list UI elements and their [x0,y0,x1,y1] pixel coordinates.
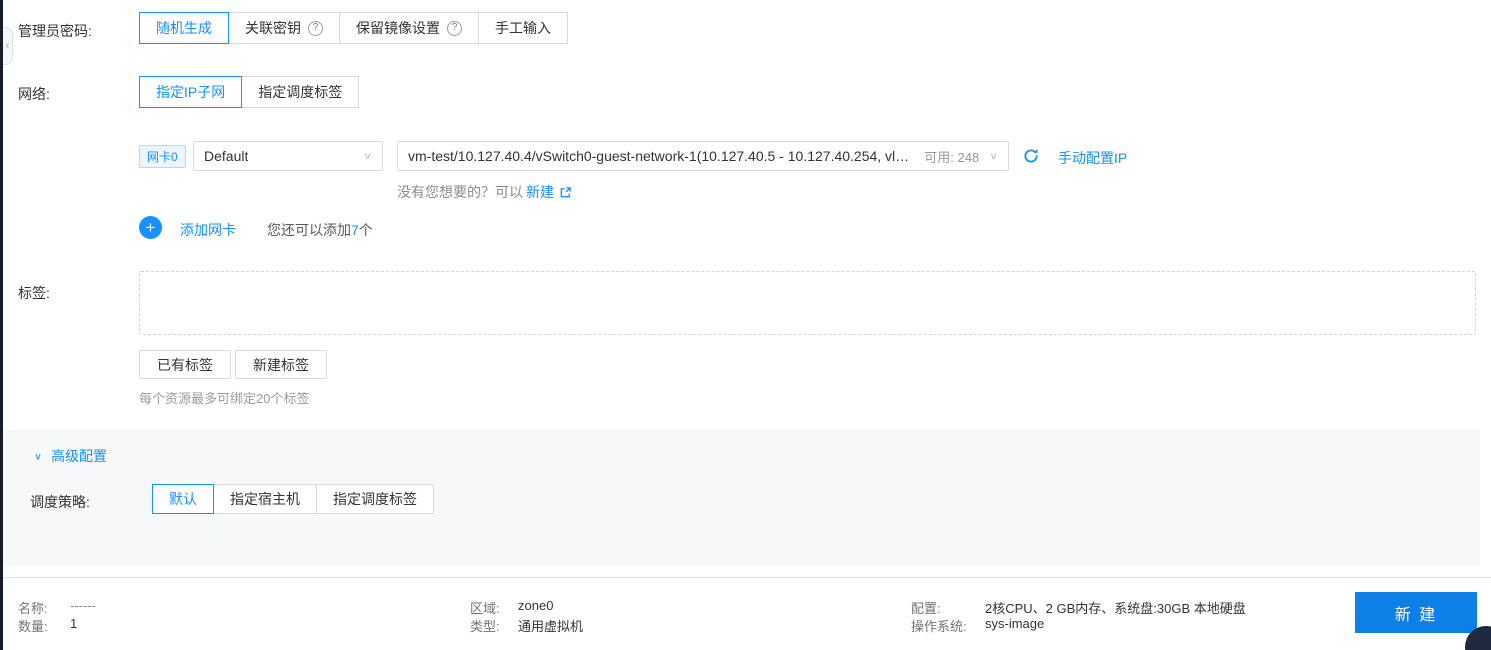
ip-subnet-select-value: vm-test/10.127.40.4/vSwitch0-guest-netwo… [408,148,917,164]
left-sidebar-edge [0,0,3,650]
existing-tags-button[interactable]: 已有标签 [139,350,231,379]
tab-label: 指定调度标签 [258,84,343,100]
admin-password-label: 管理员密码: [18,23,92,39]
create-button[interactable]: 新 建 [1355,592,1477,633]
scheduling-policy-tab-group: 默认 指定宿主机 指定调度标签 [152,484,434,514]
panel-collapse-handle[interactable]: ‹ [3,27,13,65]
tags-label: 标签: [18,285,50,301]
tag-limit-hint: 每个资源最多可绑定20个标签 [139,391,310,406]
chevron-down-icon: ∨ [989,150,998,162]
refresh-icon[interactable] [1022,147,1040,165]
tab-specify-ip-subnet[interactable]: 指定IP子网 [139,76,243,108]
tab-label: 指定宿主机 [230,491,300,507]
config-label: 配置: [911,601,941,616]
add-nic-remaining-hint: 您还可以添加7个 [267,222,373,238]
advanced-config-toggle[interactable]: ∨ 高级配置 [34,446,107,466]
tab-label: 关联密钥 [245,20,301,36]
name-label: 名称: [18,601,48,616]
tab-scheduling-default[interactable]: 默认 [152,484,214,514]
vm-create-form: ‹ 管理员密码: 随机生成 关联密钥 ? 保留镜像设置 ? 手工输入 网络: 指… [0,0,1491,650]
l3-network-select[interactable]: Default ∨ [193,141,383,171]
help-icon[interactable]: ? [308,20,323,36]
scheduling-policy-label: 调度策略: [30,494,90,510]
tab-label: 保留镜像设置 [356,20,440,36]
remaining-nic-count: 7 [351,222,359,238]
tab-specify-scheduling-tag[interactable]: 指定调度标签 [241,76,360,108]
nic0-chip: 网卡0 [139,145,186,168]
tab-specify-host[interactable]: 指定宿主机 [213,484,317,514]
count-value: 1 [70,616,78,631]
create-network-link[interactable]: 新建 [526,182,554,202]
name-value: ------ [70,598,96,613]
type-label: 类型: [470,619,500,634]
add-nic-link[interactable]: 添加网卡 [180,220,236,240]
tab-manual-input[interactable]: 手工输入 [478,12,568,44]
network-tab-group: 指定IP子网 指定调度标签 [139,76,360,108]
new-tag-button[interactable]: 新建标签 [235,350,327,379]
tab-associate-key[interactable]: 关联密钥 ? [228,12,340,44]
tab-label: 手工输入 [495,20,551,36]
l3-network-select-value: Default [204,148,249,164]
config-value: 2核CPU、2 GB内存、系统盘:30GB 本地硬盘 [985,601,1246,616]
count-label: 数量: [18,619,48,634]
tab-specify-scheduling-tag[interactable]: 指定调度标签 [316,484,434,514]
tab-random-generate[interactable]: 随机生成 [139,12,229,44]
zone-value: zone0 [518,598,554,613]
tab-label: 随机生成 [156,20,212,36]
network-not-found-hint: 没有您想要的？可以 新建 [397,182,572,202]
chevron-down-icon: ∨ [34,451,43,462]
tab-keep-image-settings[interactable]: 保留镜像设置 ? [339,12,479,44]
os-label: 操作系统: [911,619,967,634]
type-value: 通用虚拟机 [518,619,584,634]
collapse-left-icon: ‹ [5,40,10,52]
add-nic-plus-icon[interactable]: + [139,216,162,239]
available-ip-count: 可用: 248 [924,149,980,165]
tab-label: 默认 [169,491,197,507]
ip-subnet-select[interactable]: vm-test/10.127.40.4/vSwitch0-guest-netwo… [397,141,1009,171]
network-label: 网络: [18,86,50,102]
chevron-down-icon: ∨ [363,150,372,162]
manual-ip-link[interactable]: 手动配置IP [1058,148,1127,168]
tab-label: 指定调度标签 [333,491,417,507]
os-value: sys-image [985,616,1045,631]
summary-footer: 名称: ------ 数量: 1 区域: zone0 类型: 通用虚拟机 配置:… [0,577,1491,650]
advanced-config-title: 高级配置 [51,448,108,464]
admin-password-tab-group: 随机生成 关联密钥 ? 保留镜像设置 ? 手工输入 [139,12,568,44]
tag-dropzone[interactable] [139,271,1476,335]
zone-label: 区域: [470,601,500,616]
tab-label: 指定IP子网 [156,84,226,100]
external-link-icon[interactable] [559,186,572,199]
help-icon[interactable]: ? [447,20,462,36]
